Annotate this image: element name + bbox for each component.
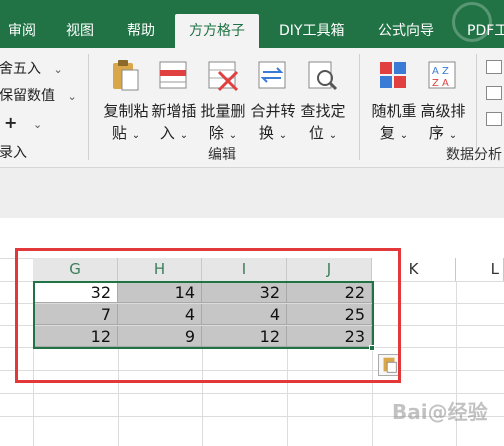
chevron-down-icon: ⌄	[67, 90, 77, 103]
column-header-h[interactable]: H	[118, 258, 202, 281]
round-label: 舍五入	[0, 61, 41, 77]
cell-j2[interactable]: 25	[287, 304, 372, 325]
insert-rows-icon	[159, 61, 187, 89]
group-divider	[359, 54, 360, 160]
find-locate-button[interactable]: 查找定 位 ⌄	[298, 100, 348, 147]
gridline	[372, 258, 373, 446]
cell-h1[interactable]: 14	[118, 282, 202, 303]
plus-button[interactable]: + ⌄	[4, 114, 42, 134]
chevron-down-icon: ⌄	[53, 63, 63, 76]
mini-grid-icon[interactable]	[486, 112, 502, 126]
cell-g1[interactable]: 32	[35, 282, 118, 303]
gridline	[0, 347, 504, 348]
copy-paste-label-2: 贴 ⌄	[111, 124, 141, 142]
watermark-text: Bai@经验	[392, 400, 488, 424]
batch-delete-label-1: 批量删	[200, 102, 246, 120]
random-repeat-icon	[380, 62, 406, 88]
cell-g2[interactable]: 7	[35, 304, 118, 325]
insert-label-2: 入 ⌄	[159, 124, 189, 142]
merge-convert-icon	[258, 61, 286, 89]
insert-label-1: 新增插	[151, 102, 197, 120]
sheet-top-spacer	[0, 218, 504, 240]
tab-diy-toolbox[interactable]: DIY工具箱	[279, 14, 344, 48]
cell-i1[interactable]: 32	[202, 282, 287, 303]
tab-review[interactable]: 审阅	[8, 14, 36, 48]
gridline	[33, 258, 34, 446]
mini-table-icon[interactable]	[486, 60, 502, 74]
paste-options-icon[interactable]	[378, 354, 400, 376]
tab-pdf[interactable]: PDF工	[467, 14, 504, 48]
cell-i2[interactable]: 4	[202, 304, 287, 325]
find-locate-icon	[308, 61, 338, 91]
copy-paste-button[interactable]: 复制粘 贴 ⌄	[101, 100, 151, 147]
gridline	[0, 393, 504, 394]
insert-button[interactable]: 新增插 入 ⌄	[149, 100, 199, 147]
chevron-down-icon: ⌄	[32, 118, 43, 131]
cell-j3[interactable]: 23	[287, 326, 372, 347]
cell-g3[interactable]: 12	[35, 326, 118, 347]
batch-delete-icon	[208, 61, 239, 92]
advanced-sort-icon: A Z Z A	[428, 61, 456, 89]
formula-bar-area	[0, 168, 504, 218]
merge-convert-label-2: 换 ⌄	[258, 124, 288, 142]
group-label-analysis: 数据分析	[446, 147, 502, 163]
cell-h3[interactable]: 9	[118, 326, 202, 347]
cell-j1[interactable]: 22	[287, 282, 372, 303]
random-repeat-button[interactable]: 随机重 复 ⌄	[369, 100, 419, 147]
ribbon-panel: 舍五入 ⌄ 保留数值 ⌄ + ⌄ 录入 A Z Z A 复制粘 贴 ⌄ 新增插 …	[0, 48, 504, 168]
copy-paste-label-1: 复制粘	[103, 102, 149, 120]
find-locate-label-2: 位 ⌄	[308, 124, 338, 142]
column-header-i[interactable]: I	[202, 258, 287, 281]
random-repeat-label-1: 随机重	[371, 102, 417, 120]
ribbon-tab-bar: 审阅 视图 帮助 方方格子 DIY工具箱 公式向导 PDF工	[0, 0, 504, 48]
column-header-j[interactable]: J	[287, 258, 372, 281]
column-header-g[interactable]: G	[33, 258, 118, 281]
input-group-label: 录入	[0, 145, 27, 161]
copy-paste-icon	[113, 60, 139, 91]
advanced-sort-label-1: 高级排	[420, 102, 466, 120]
group-label-edit: 编辑	[208, 147, 236, 163]
svg-text:Z A: Z A	[432, 78, 449, 89]
column-header-l[interactable]: L	[456, 258, 504, 281]
tab-help[interactable]: 帮助	[127, 14, 155, 48]
tab-view[interactable]: 视图	[66, 14, 94, 48]
random-repeat-label-2: 复 ⌄	[379, 124, 409, 142]
cell-i3[interactable]: 12	[202, 326, 287, 347]
cell-h2[interactable]: 4	[118, 304, 202, 325]
keep-value-button[interactable]: 保留数值 ⌄	[0, 87, 77, 106]
column-header-k[interactable]: K	[372, 258, 456, 281]
plus-label: +	[4, 113, 18, 132]
round-button[interactable]: 舍五入 ⌄	[0, 60, 63, 79]
group-divider	[88, 54, 89, 160]
tab-formula-wizard[interactable]: 公式向导	[378, 14, 434, 48]
mini-doc-icon[interactable]	[486, 86, 502, 100]
merge-convert-label-1: 合并转	[250, 102, 296, 120]
tab-fangfang[interactable]: 方方格子	[175, 14, 259, 48]
advanced-sort-button[interactable]: 高级排 序 ⌄	[418, 100, 468, 147]
fill-handle[interactable]	[369, 345, 375, 351]
merge-convert-button[interactable]: 合并转 换 ⌄	[248, 100, 298, 147]
batch-delete-button[interactable]: 批量删 除 ⌄	[198, 100, 248, 147]
keep-value-label: 保留数值	[0, 88, 55, 104]
find-locate-label-1: 查找定	[300, 102, 346, 120]
gridline	[0, 370, 504, 371]
svg-text:A Z: A Z	[432, 66, 449, 77]
